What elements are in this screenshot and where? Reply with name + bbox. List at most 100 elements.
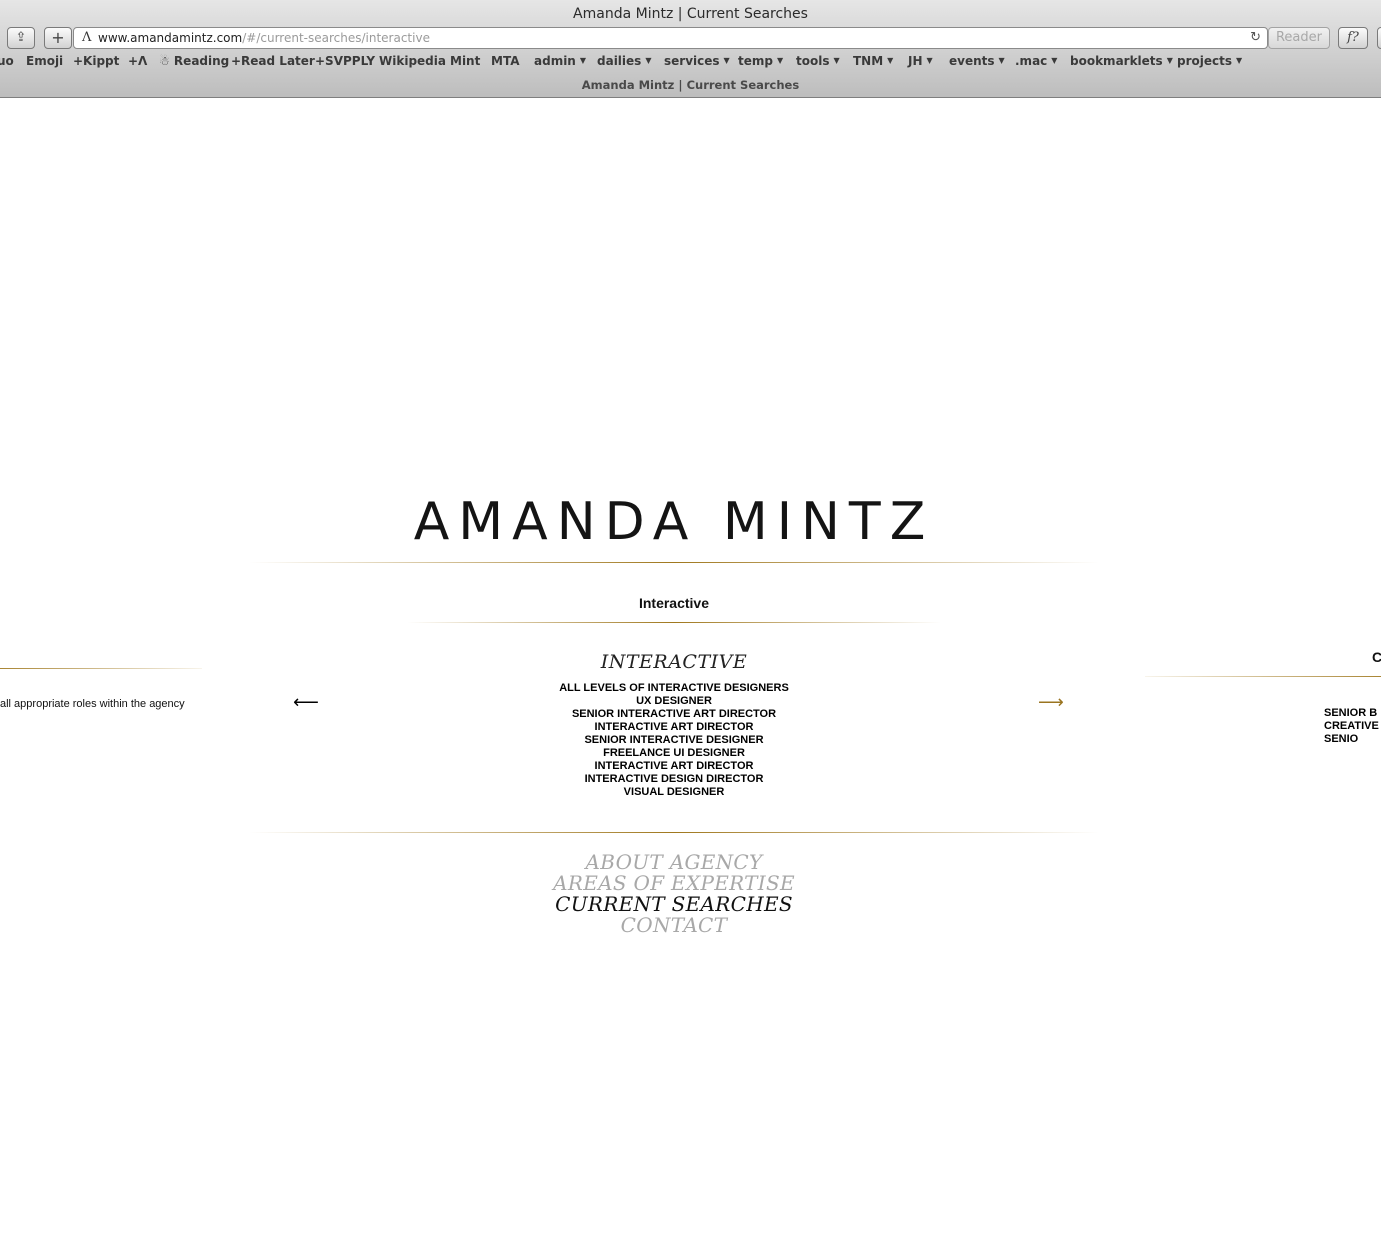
reader-button[interactable]: Reader — [1268, 27, 1330, 49]
site-logo[interactable]: AMANDA MINTZ — [249, 492, 1099, 552]
chevron-down-icon: ▼ — [998, 56, 1005, 65]
bookmark-label: bookmarklets — [1070, 54, 1163, 68]
bookmark-label: .mac — [1015, 54, 1048, 68]
prev-arrow-icon[interactable]: ⟵ — [293, 694, 319, 712]
tab-title[interactable]: Amanda Mintz | Current Searches — [0, 74, 1381, 96]
bookmark-item[interactable]: TNM ▼ — [853, 54, 893, 68]
url-host: www.amandamintz.com — [98, 31, 243, 45]
prev-card-text: all appropriate roles within the agency — [0, 698, 185, 710]
bookmark-label: projects — [1177, 54, 1232, 68]
divider — [407, 622, 941, 623]
browser-chrome: Amanda Mintz | Current Searches ⇪ + Λ ww… — [0, 0, 1381, 98]
bookmark-label: +Λ — [128, 54, 148, 68]
window-title: Amanda Mintz | Current Searches — [573, 6, 808, 22]
new-tab-button[interactable]: + — [44, 27, 72, 49]
chevron-down-icon: ▼ — [1166, 56, 1173, 65]
next-arrow-icon[interactable]: ⟶ — [1038, 694, 1064, 712]
bookmark-item[interactable]: events ▼ — [949, 54, 1005, 68]
next-card-divider — [1145, 676, 1381, 677]
function-icon: f? — [1347, 30, 1359, 45]
bookmark-item[interactable]: temp ▼ — [738, 54, 783, 68]
chevron-down-icon: ▼ — [887, 56, 894, 65]
bookmark-item[interactable]: uo — [0, 54, 14, 68]
bookmark-item[interactable]: projects ▼ — [1177, 54, 1242, 68]
chevron-down-icon: ▼ — [723, 56, 730, 65]
chevron-down-icon: ▼ — [776, 56, 784, 65]
bookmark-item[interactable]: ☃ Reading — [159, 54, 229, 68]
role-item: SENIOR INTERACTIVE DESIGNER — [584, 734, 764, 746]
bookmark-item[interactable]: JH ▼ — [908, 54, 933, 68]
role-item: ALL LEVELS OF INTERACTIVE DESIGNERS — [559, 682, 789, 694]
divider — [249, 562, 1099, 563]
overflow-button[interactable] — [1377, 27, 1381, 49]
chevron-down-icon: ▼ — [926, 56, 933, 65]
bookmark-label: TNM — [853, 54, 884, 68]
bookmark-item[interactable]: Emoji — [26, 54, 63, 68]
bookmark-label: tools — [796, 54, 830, 68]
bookmark-label: temp — [738, 54, 773, 68]
bookmark-item[interactable]: +Read Later — [231, 54, 315, 68]
bookmark-label: events — [949, 54, 995, 68]
bookmark-item[interactable]: Mint — [450, 54, 480, 68]
bookmark-label: services — [664, 54, 720, 68]
bookmark-label: +Kippt — [73, 54, 120, 68]
bookmark-item[interactable]: services ▼ — [664, 54, 730, 68]
nav-item-current-searches[interactable]: CURRENT SEARCHES — [249, 894, 1099, 915]
nav-item-contact[interactable]: CONTACT — [249, 915, 1099, 936]
bookmark-item[interactable]: +Λ — [128, 54, 147, 68]
role-item: FREELANCE UI DESIGNER — [603, 747, 745, 759]
role-item: UX DESIGNER — [636, 695, 712, 707]
role-item: VISUAL DESIGNER — [623, 786, 725, 798]
nav-item-areas-of-expertise[interactable]: AREAS OF EXPERTISE — [249, 873, 1099, 894]
main-nav: ABOUT AGENCY AREAS OF EXPERTISE CURRENT SE… — [249, 852, 1099, 936]
divider — [249, 832, 1099, 833]
share-button[interactable]: ⇪ — [7, 27, 35, 49]
chevron-down-icon: ▼ — [1051, 56, 1058, 65]
next-card-role-item: CREATIVE — [1324, 720, 1379, 732]
share-icon: ⇪ — [15, 30, 27, 45]
bookmark-label: MTA — [491, 54, 520, 68]
bookmark-label: dailies — [597, 54, 642, 68]
role-item: INTERACTIVE ART DIRECTOR — [594, 721, 754, 733]
address-bar[interactable]: Λ www.amandamintz.com/#/current-searches… — [73, 27, 1268, 49]
bookmark-item[interactable]: MTA — [491, 54, 519, 68]
bookmark-label: Emoji — [26, 54, 64, 68]
next-card-title: C — [1372, 649, 1381, 665]
bookmark-label: JH — [908, 54, 923, 68]
reload-icon[interactable]: ↻ — [1250, 28, 1261, 48]
bookmark-label: +SVPPLY — [315, 54, 376, 68]
bookmark-item[interactable]: tools ▼ — [796, 54, 840, 68]
bookmark-label: +Read Later — [231, 54, 315, 68]
next-card-role-item: SENIO — [1324, 733, 1359, 745]
section-title: Interactive — [638, 595, 710, 611]
role-item: SENIOR INTERACTIVE ART DIRECTOR — [571, 708, 777, 720]
bookmark-item[interactable]: +Kippt — [73, 54, 119, 68]
bookmark-label: admin — [534, 54, 576, 68]
role-item: INTERACTIVE DESIGN DIRECTOR — [584, 773, 764, 785]
bookmark-item[interactable]: dailies ▼ — [597, 54, 651, 68]
url-text[interactable]: www.amandamintz.com/#/current-searches/i… — [98, 28, 430, 48]
chevron-down-icon: ▼ — [1236, 56, 1243, 65]
roles-list: ALL LEVELS OF INTERACTIVE DESIGNERS UX DE… — [249, 682, 1099, 799]
prev-card-divider — [0, 668, 202, 669]
bookmark-label: Mint — [450, 54, 481, 68]
bookmark-item[interactable]: Wikipedia — [379, 54, 446, 68]
role-item: INTERACTIVE ART DIRECTOR — [594, 760, 754, 772]
card-title: INTERACTIVE — [600, 651, 748, 673]
site-favicon-icon: Λ — [82, 30, 92, 45]
bookmark-item[interactable]: bookmarklets ▼ — [1070, 54, 1173, 68]
bookmark-item[interactable]: .mac ▼ — [1015, 54, 1057, 68]
bookmark-label: ☃ Reading — [159, 54, 230, 68]
bookmark-label: uo — [0, 54, 14, 68]
plus-icon: + — [51, 28, 65, 47]
bookmark-item[interactable]: +SVPPLY — [315, 54, 375, 68]
chevron-down-icon: ▼ — [645, 56, 652, 65]
chevron-down-icon: ▼ — [579, 56, 587, 65]
chevron-down-icon: ▼ — [833, 56, 840, 65]
next-card-role-item: SENIOR B — [1324, 707, 1378, 719]
bookmark-item[interactable]: admin ▼ — [534, 54, 586, 68]
nav-item-about-agency[interactable]: ABOUT AGENCY — [249, 852, 1099, 873]
url-path: /#/current-searches/interactive — [242, 31, 430, 45]
extension-button[interactable]: f? — [1338, 27, 1368, 49]
bookmark-label: Wikipedia — [379, 54, 446, 68]
